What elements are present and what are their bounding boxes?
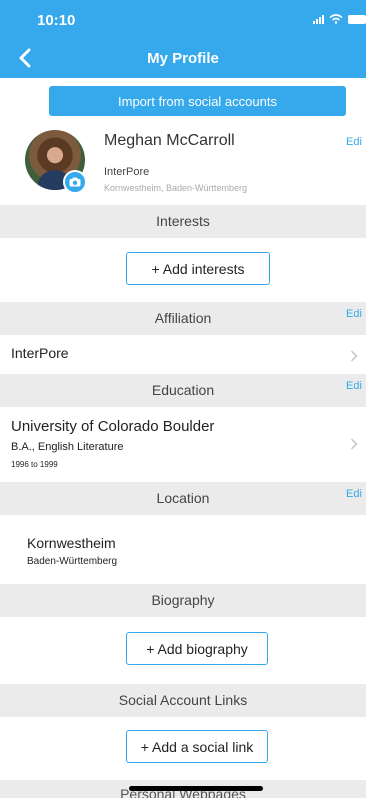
nav-bar: My Profile — [0, 40, 366, 78]
wifi-icon — [329, 14, 343, 24]
edit-location-link[interactable]: Edi — [346, 488, 366, 500]
status-bar: 10:10 — [0, 0, 366, 40]
status-icons — [313, 14, 366, 24]
chevron-right-icon — [351, 350, 358, 362]
status-time: 10:10 — [37, 12, 76, 29]
add-interests-button[interactable]: + Add interests — [126, 252, 270, 285]
education-header: Education — [0, 374, 366, 407]
page-title: My Profile — [147, 50, 219, 67]
import-social-button[interactable]: Import from social accounts — [49, 86, 346, 116]
camera-icon[interactable] — [63, 170, 87, 194]
biography-header: Biography — [0, 584, 366, 617]
education-row[interactable]: University of Colorado Boulder B.A., Eng… — [0, 408, 366, 482]
interests-header: Interests — [0, 205, 366, 238]
add-social-link-button[interactable]: + Add a social link — [126, 730, 268, 763]
home-indicator — [129, 786, 263, 791]
social-links-header: Social Account Links — [0, 684, 366, 717]
signal-icon — [313, 14, 324, 24]
affiliation-value: InterPore — [11, 345, 69, 361]
edit-profile-link[interactable]: Edi — [346, 136, 366, 148]
location-region: Baden-Württemberg — [27, 556, 118, 567]
location-header: Location — [0, 482, 366, 515]
profile-organization: InterPore — [104, 166, 150, 178]
edit-education-link[interactable]: Edi — [346, 380, 366, 392]
education-years: 1996 to 1999 — [11, 460, 58, 469]
add-biography-button[interactable]: + Add biography — [126, 632, 268, 665]
affiliation-header: Affiliation — [0, 302, 366, 335]
location-city: Kornwestheim — [27, 535, 116, 551]
battery-icon — [348, 14, 366, 24]
location-row: Kornwestheim Baden-Württemberg — [0, 516, 366, 584]
profile-card: Meghan McCarroll InterPore Kornwestheim,… — [0, 118, 366, 204]
profile-name: Meghan McCarroll — [104, 132, 235, 149]
education-school: University of Colorado Boulder — [11, 418, 215, 435]
affiliation-row[interactable]: InterPore — [0, 336, 366, 374]
chevron-right-icon — [351, 438, 358, 450]
profile-location: Kornwestheim, Baden-Württemberg — [104, 183, 248, 193]
edit-affiliation-link[interactable]: Edi — [346, 308, 366, 320]
education-degree: B.A., English Literature — [11, 441, 124, 453]
